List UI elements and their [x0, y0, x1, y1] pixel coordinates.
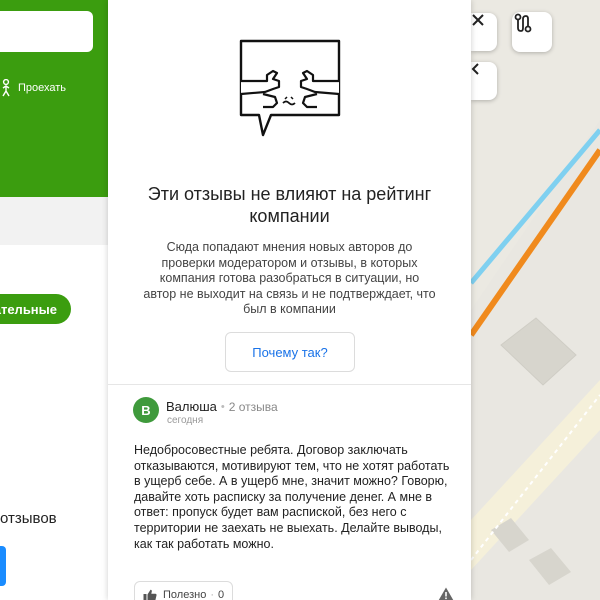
close-icon: [472, 14, 484, 26]
review-text: Недобросовестные ребята. Договор заключа…: [134, 443, 450, 551]
useful-count: 0: [217, 589, 225, 600]
separator-dot: •: [220, 400, 225, 413]
hidden-reviews-illustration: [239, 39, 341, 137]
useful-separator: ·: [210, 589, 214, 600]
reviews-info-card: Эти отзывы не влияют на рейтинг компании…: [108, 0, 471, 600]
write-review-button[interactable]: [0, 546, 6, 586]
filter-pill-label: ательные: [0, 301, 57, 317]
route-button[interactable]: Проехать: [0, 78, 66, 98]
chevron-left-icon: [471, 63, 479, 75]
avatar[interactable]: В: [133, 397, 159, 423]
info-description: Сюда попадают мнения новых авторов до пр…: [143, 240, 436, 317]
close-button[interactable]: [471, 13, 497, 51]
divider: [108, 384, 471, 385]
author-name[interactable]: Валюша: [166, 399, 217, 414]
info-headline: Эти отзывы не влияют на рейтинг компании: [147, 184, 432, 226]
why-button[interactable]: Почему так?: [225, 332, 355, 372]
route-label: Проехать: [18, 82, 67, 94]
review-actions: Полезно · 0: [134, 581, 234, 600]
left-panel: Проехать ательные отзывов: [0, 0, 108, 600]
thumbs-up-icon: [143, 589, 157, 600]
route-map-button[interactable]: [512, 12, 552, 52]
collapse-button[interactable]: [471, 62, 497, 100]
review-author-line: Валюша • 2 отзыва: [166, 399, 278, 414]
warning-icon[interactable]: [438, 587, 454, 600]
reviews-count-heading: отзывов: [0, 510, 57, 527]
map[interactable]: [471, 0, 600, 600]
useful-button[interactable]: Полезно · 0: [134, 581, 234, 600]
route-person-icon: [2, 79, 10, 97]
filter-pill[interactable]: ательные: [0, 294, 71, 324]
review-date: сегодня: [167, 415, 204, 426]
author-reviews-count: 2 отзыва: [228, 399, 278, 414]
route-icon: [514, 13, 532, 33]
left-separator: [0, 197, 108, 245]
useful-label: Полезно: [163, 589, 207, 600]
search-input[interactable]: [0, 11, 93, 52]
